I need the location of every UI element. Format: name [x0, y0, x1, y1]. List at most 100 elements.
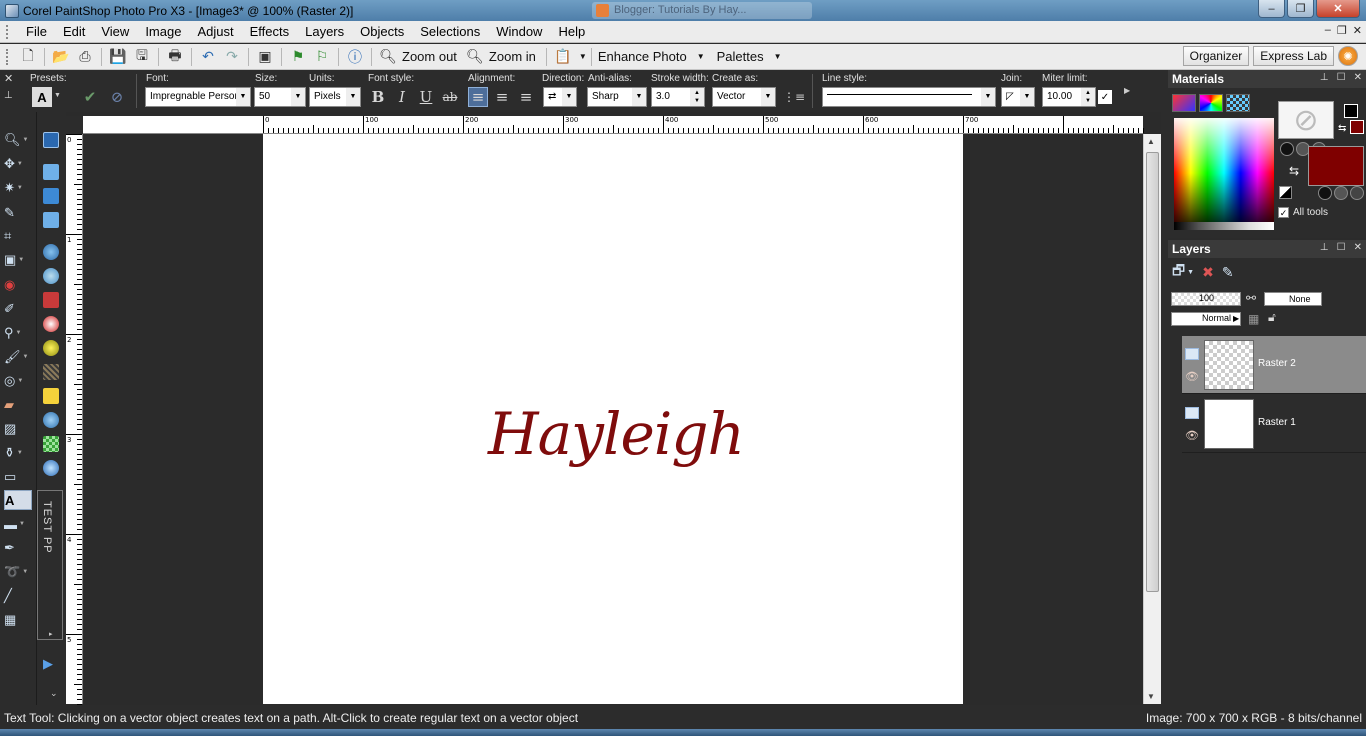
line-style-dropdown-icon[interactable]: ▼: [981, 88, 995, 106]
flag-green-2-icon[interactable]: ⚐: [311, 47, 333, 67]
redo-icon[interactable]: ↷: [221, 47, 243, 67]
layer-mask-select[interactable]: None: [1264, 292, 1322, 306]
move-tool-icon[interactable]: ✥ ▼: [4, 154, 32, 174]
options-pin-icon[interactable]: ⊥: [4, 90, 13, 101]
organizer-button[interactable]: Organizer: [1182, 46, 1250, 66]
presets-scroll-icon[interactable]: ▸: [49, 630, 53, 638]
magic-wand-icon[interactable]: ✷ ▼: [4, 178, 32, 198]
size-select[interactable]: 50 ▼: [254, 87, 306, 107]
align-left-icon[interactable]: ≡: [468, 87, 488, 107]
paste-icon[interactable]: 📋: [552, 47, 574, 67]
close-button[interactable]: ✕: [1316, 0, 1360, 18]
preset-square-3-icon[interactable]: [43, 212, 59, 228]
new-layer-icon[interactable]: 🗗: [1172, 260, 1185, 284]
preset-star-icon[interactable]: [43, 388, 59, 404]
link-icon[interactable]: ⚯: [1246, 291, 1256, 305]
preset-grid-icon[interactable]: [43, 436, 59, 452]
scroll-down-icon[interactable]: ▼: [1147, 692, 1155, 701]
direction-select[interactable]: ⇄ ▼: [543, 87, 577, 107]
flag-green-icon[interactable]: ⚑: [287, 47, 309, 67]
menu-file[interactable]: File: [18, 24, 55, 39]
layer-visibility-icon[interactable]: [1185, 348, 1199, 360]
fg-color-style-icon[interactable]: [1280, 142, 1294, 156]
layer-opacity-slider[interactable]: 100: [1171, 292, 1241, 306]
menu-adjust[interactable]: Adjust: [189, 24, 241, 39]
bold-icon[interactable]: B: [368, 87, 388, 107]
background-swatch[interactable]: [1308, 146, 1364, 186]
all-tools-option[interactable]: ✓ All tools: [1278, 207, 1328, 218]
lock-layer-icon[interactable]: 🔓︎: [1268, 310, 1276, 325]
menu-view[interactable]: View: [93, 24, 137, 39]
crop-tool-icon[interactable]: ⌗: [4, 226, 32, 246]
makeover-icon[interactable]: ✐: [4, 299, 32, 319]
flood-fill-icon[interactable]: ⚱ ▼: [4, 443, 32, 463]
clone-brush-icon[interactable]: ⚲ ▼: [4, 323, 32, 343]
lock-transparency-icon[interactable]: ▦: [1248, 312, 1259, 326]
join-dropdown-icon[interactable]: ▼: [1020, 88, 1034, 106]
zoom-in-icon[interactable]: 🔍︎: [464, 47, 486, 67]
swatches-tab-icon[interactable]: [1226, 94, 1250, 112]
palettes-dropdown-icon[interactable]: ▼: [774, 52, 782, 61]
preset-orb-icon[interactable]: [43, 412, 59, 428]
foreground-color-mini[interactable]: [1344, 104, 1358, 118]
bg-transparent-icon[interactable]: [1350, 186, 1364, 200]
eye-icon[interactable]: 👁︎: [1185, 370, 1199, 383]
close-palette-icon[interactable]: ✕: [1354, 242, 1362, 253]
dropper-icon[interactable]: ✎: [4, 203, 32, 223]
presets-dropdown-icon[interactable]: ▼: [54, 92, 61, 99]
open-icon[interactable]: 📂: [50, 47, 72, 67]
canvas-text-hayleigh[interactable]: Hayleigh: [488, 400, 745, 468]
preset-globe-icon[interactable]: [43, 244, 59, 260]
save-as-icon[interactable]: 🖫: [131, 47, 153, 67]
color-replacer-icon[interactable]: ▨: [4, 419, 32, 439]
blend-dropdown-icon[interactable]: ▶: [1233, 314, 1239, 323]
options-close-icon[interactable]: ✕: [4, 72, 13, 85]
new-layer-dropdown-icon[interactable]: ▼: [1187, 269, 1194, 276]
maximize-button[interactable]: ❐: [1287, 0, 1314, 18]
maximize-palette-icon[interactable]: ☐: [1337, 72, 1346, 83]
zoom-tool-icon[interactable]: 🔍︎ ▼: [4, 130, 32, 150]
cancel-icon[interactable]: ⊘: [107, 87, 127, 107]
red-eye-icon[interactable]: ◉: [4, 275, 32, 295]
underline-icon[interactable]: U: [416, 87, 436, 107]
image-canvas[interactable]: Hayleigh: [263, 134, 963, 704]
menu-selections[interactable]: Selections: [412, 24, 488, 39]
menu-window[interactable]: Window: [488, 24, 550, 39]
art-brush-icon[interactable]: ╱: [4, 586, 32, 606]
antialias-dropdown-icon[interactable]: ▼: [632, 88, 646, 106]
scroll-up-icon[interactable]: ▲: [1147, 137, 1155, 146]
align-center-icon[interactable]: ≡: [492, 87, 512, 107]
doc-close-icon[interactable]: ✕: [1353, 24, 1362, 37]
presets-play-icon[interactable]: ▶: [43, 656, 53, 672]
options-more-icon[interactable]: ▶: [1124, 86, 1130, 95]
lighten-darken-icon[interactable]: ◎ ▼: [4, 371, 32, 391]
rainbow-tab-icon[interactable]: [1199, 94, 1223, 112]
enhance-photo-dropdown-icon[interactable]: ▼: [697, 52, 705, 61]
doc-minimize-icon[interactable]: –: [1325, 24, 1331, 37]
preset-texture-icon[interactable]: [43, 364, 59, 380]
zoom-in-button[interactable]: Zoom in: [487, 49, 542, 64]
join-select[interactable]: ◸ ▼: [1001, 87, 1035, 107]
layer-row-raster-2[interactable]: 👁︎ Raster 2: [1182, 336, 1366, 394]
create-as-select[interactable]: Vector ▼: [712, 87, 776, 107]
stroke-width-spinner-icon[interactable]: ▲ ▼: [690, 88, 704, 106]
express-lab-button[interactable]: Express Lab: [1253, 46, 1334, 66]
leading-icon[interactable]: ⋮≡: [783, 87, 805, 107]
new-icon[interactable]: 🗋: [17, 47, 39, 67]
close-palette-icon[interactable]: ✕: [1354, 72, 1362, 83]
preset-ball-icon[interactable]: [43, 316, 59, 332]
layer-properties-icon[interactable]: ✎: [1222, 264, 1234, 281]
blend-mode-select[interactable]: Normal: [1171, 312, 1241, 326]
straighten-icon[interactable]: ▣ ▼: [4, 250, 32, 270]
zoom-out-icon[interactable]: 🔍︎: [377, 47, 399, 67]
menu-help[interactable]: Help: [550, 24, 593, 39]
apply-icon[interactable]: ✔: [80, 87, 100, 107]
all-tools-checkbox[interactable]: ✓: [1278, 207, 1289, 218]
info-icon[interactable]: ⓘ: [344, 47, 366, 67]
align-right-icon[interactable]: ≡: [516, 87, 536, 107]
preset-gradient-icon[interactable]: [43, 292, 59, 308]
preset-square-2-icon[interactable]: [43, 188, 59, 204]
layer-visibility-icon[interactable]: [1185, 407, 1199, 419]
font-dropdown-icon[interactable]: ▼: [236, 88, 250, 106]
preset-select-icon[interactable]: [43, 132, 59, 148]
